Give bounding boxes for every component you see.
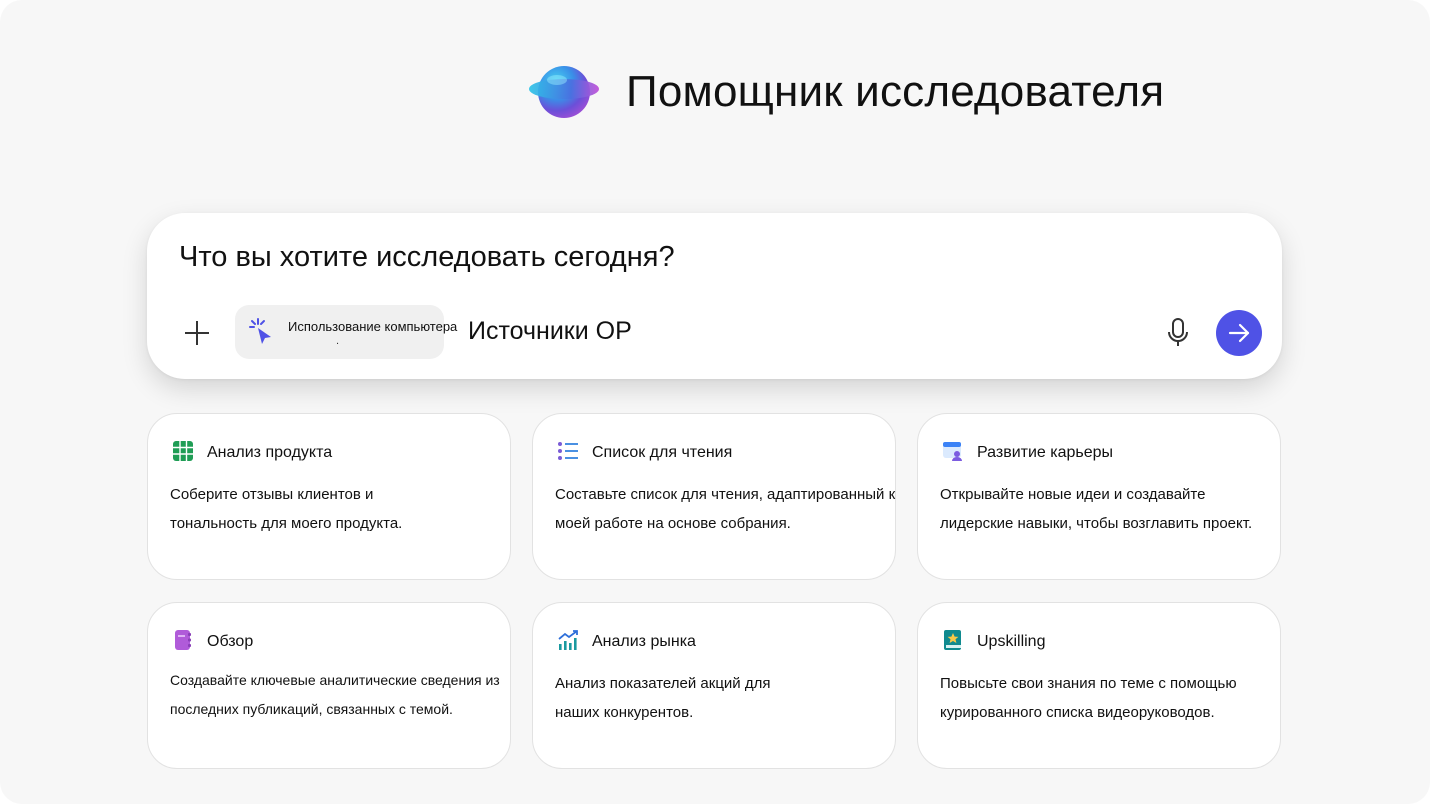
calendar-people-icon <box>942 440 964 462</box>
microphone-button[interactable] <box>1163 315 1193 351</box>
card-review[interactable]: Обзор Создавайте ключевые аналитические … <box>147 602 511 769</box>
notebook-icon <box>172 629 194 651</box>
add-button[interactable] <box>177 313 217 353</box>
computer-use-sublabel: . <box>336 335 340 347</box>
card-title: Анализ продукта <box>207 444 333 461</box>
list-icon <box>557 440 579 462</box>
card-title: Список для чтения <box>592 444 733 461</box>
computer-use-chip[interactable]: Использование компьютера . <box>235 305 457 359</box>
spreadsheet-icon <box>172 440 194 462</box>
card-title: Развитие карьеры <box>977 444 1114 461</box>
card-career-development[interactable]: Развитие карьеры Открывайте новые идеи и… <box>917 413 1281 580</box>
trend-chart-icon <box>557 629 579 651</box>
card-reading-list[interactable]: Список для чтения Составьте список для ч… <box>532 413 896 580</box>
copilot-orb-icon <box>527 62 601 122</box>
header: Помощник исследователя <box>527 62 1164 122</box>
card-title: Обзор <box>207 633 254 650</box>
book-star-icon <box>942 629 964 651</box>
arrow-right-icon <box>1228 323 1250 343</box>
card-market-analysis[interactable]: Анализ рынка Анализ показателей акций дл… <box>532 602 896 769</box>
send-button[interactable] <box>1216 310 1262 356</box>
card-title: Upskilling <box>977 633 1046 650</box>
sources-button[interactable]: Источники ОР <box>468 317 632 346</box>
cursor-click-icon <box>247 317 277 347</box>
card-description: Открывайте новые идеи и создавайте лидер… <box>940 486 1253 532</box>
plus-icon <box>185 321 209 345</box>
microphone-icon <box>1168 318 1188 346</box>
card-product-analysis[interactable]: Анализ продукта Соберите отзывы клиентов… <box>147 413 511 580</box>
card-description: Повысьте свои знания по теме с помощью к… <box>940 675 1237 721</box>
card-upskilling[interactable]: Upskilling Повысьте свои знания по теме … <box>917 602 1281 769</box>
computer-use-label: Использование компьютера <box>288 319 458 334</box>
prompt-box: Использование компьютера . Источники ОР <box>147 213 1282 379</box>
research-prompt-input[interactable] <box>179 237 1079 277</box>
card-title: Анализ рынка <box>592 633 696 650</box>
page-title: Помощник исследователя <box>626 67 1165 116</box>
researcher-page: Помощник исследователя Использование ком… <box>0 0 1430 804</box>
